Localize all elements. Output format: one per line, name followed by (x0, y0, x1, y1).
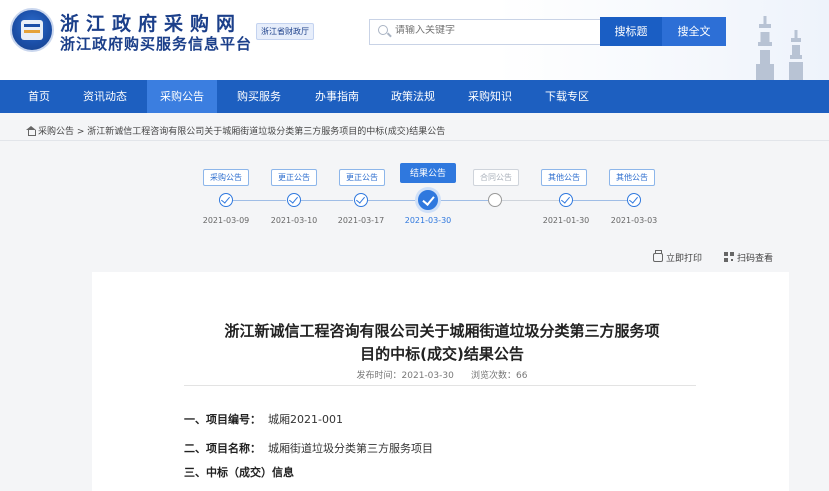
search-input[interactable] (395, 25, 595, 36)
timeline-label-disabled: 合同公告 (473, 169, 519, 186)
timeline-label[interactable]: 其他公告 (541, 169, 587, 186)
timeline-connector (368, 200, 418, 201)
field-value: 城厢街道垃圾分类第三方服务项目 (268, 442, 433, 455)
notice-title-line: 浙江新诚信工程咨询有限公司关于城厢街道垃圾分类第三方服务项 (224, 322, 660, 340)
search-icon (378, 25, 388, 35)
print-button[interactable]: 立即打印 (653, 250, 703, 264)
field-value: 城厢2021-001 (268, 413, 343, 426)
timeline-label[interactable]: 更正公告 (271, 169, 317, 186)
step-empty-icon (488, 193, 502, 207)
divider (184, 385, 696, 386)
field-label: 三、中标（成交）信息 (184, 466, 294, 479)
search-title-button[interactable]: 搜标题 (600, 17, 662, 46)
timeline-connector (438, 200, 488, 201)
timeline-connector (233, 200, 286, 201)
site-header: 浙江政府采购网 浙江政府购买服务信息平台 浙江省财政厅 搜标题 搜全文 (0, 0, 829, 80)
timeline-connector (301, 200, 353, 201)
notice-document: 浙江新诚信工程咨询有限公司关于城厢街道垃圾分类第三方服务项 目的中标(成交)结果… (92, 272, 789, 491)
timeline-label[interactable]: 其他公告 (609, 169, 655, 186)
field-label: 一、项目编号： (184, 413, 261, 426)
main-nav: 首页 资讯动态 采购公告 购买服务 办事指南 政策法规 采购知识 下载专区 (0, 80, 829, 113)
step-done-icon[interactable] (354, 193, 368, 207)
printer-icon (653, 250, 663, 262)
breadcrumb-separator: > (74, 127, 88, 137)
pagoda-decoration-icon (754, 10, 776, 80)
notice-title: 浙江新诚信工程咨询有限公司关于城厢街道垃圾分类第三方服务项 目的中标(成交)结果… (192, 320, 692, 366)
step-done-icon[interactable] (627, 193, 641, 207)
pagoda-decoration-icon (785, 10, 807, 80)
timeline-date: 2021-03-09 (202, 216, 250, 225)
nav-news[interactable]: 资讯动态 (70, 80, 140, 113)
nav-guide[interactable]: 办事指南 (302, 80, 372, 113)
divider (0, 140, 829, 141)
step-done-icon[interactable] (287, 193, 301, 207)
field-award-info: 三、中标（成交）信息 (184, 464, 294, 480)
publish-date: 2021-03-30 (401, 371, 454, 381)
site-name: 浙江政府采购网 (60, 13, 243, 35)
nav-policy[interactable]: 政策法规 (378, 80, 448, 113)
timeline-connector (573, 200, 627, 201)
site-subtitle: 浙江政府购买服务信息平台 (60, 35, 253, 53)
views-label: 浏览次数： (471, 371, 517, 381)
step-current-icon[interactable] (418, 190, 438, 210)
qr-code-icon (724, 252, 734, 262)
timeline-label[interactable]: 更正公告 (339, 169, 385, 186)
site-logo[interactable] (10, 8, 54, 52)
step-done-icon[interactable] (559, 193, 573, 207)
timeline-date: 2021-03-30 (404, 216, 452, 225)
field-label: 二、项目名称： (184, 442, 261, 455)
nav-knowledge[interactable]: 采购知识 (455, 80, 525, 113)
timeline-date: 2021-03-10 (270, 216, 318, 225)
timeline-date: 2021-01-30 (542, 216, 590, 225)
timeline-label-current[interactable]: 结果公告 (400, 163, 456, 183)
publish-label: 发布时间： (356, 371, 402, 381)
nav-purchase-service[interactable]: 购买服务 (224, 80, 294, 113)
nav-download[interactable]: 下载专区 (532, 80, 602, 113)
timeline-date: 2021-03-17 (337, 216, 385, 225)
views-count: 66 (516, 371, 528, 381)
notice-title-line: 目的中标(成交)结果公告 (360, 345, 524, 363)
print-label: 立即打印 (666, 254, 703, 264)
qr-label: 扫码查看 (737, 254, 774, 264)
timeline-label[interactable]: 采购公告 (203, 169, 249, 186)
field-project-number: 一、项目编号： 城厢2021-001 (184, 411, 343, 427)
nav-home[interactable]: 首页 (14, 80, 64, 113)
qr-view-button[interactable]: 扫码查看 (724, 251, 773, 264)
breadcrumb-root[interactable]: 采购公告 (38, 127, 74, 137)
breadcrumb-current: 浙江新诚信工程咨询有限公司关于城厢街道垃圾分类第三方服务项目的中标(成交)结果公… (87, 127, 446, 137)
breadcrumb: 采购公告 > 浙江新诚信工程咨询有限公司关于城厢街道垃圾分类第三方服务项目的中标… (26, 124, 445, 137)
step-done-icon[interactable] (219, 193, 233, 207)
field-project-name: 二、项目名称： 城厢街道垃圾分类第三方服务项目 (184, 440, 433, 456)
notice-meta: 发布时间：2021-03-30 浏览次数：66 (192, 368, 692, 381)
search-fulltext-button[interactable]: 搜全文 (662, 17, 726, 46)
timeline-connector (502, 200, 559, 201)
nav-procurement-notice[interactable]: 采购公告 (147, 80, 217, 113)
timeline-date: 2021-03-03 (610, 216, 658, 225)
home-icon (26, 126, 36, 136)
department-tag: 浙江省财政厅 (256, 23, 314, 40)
